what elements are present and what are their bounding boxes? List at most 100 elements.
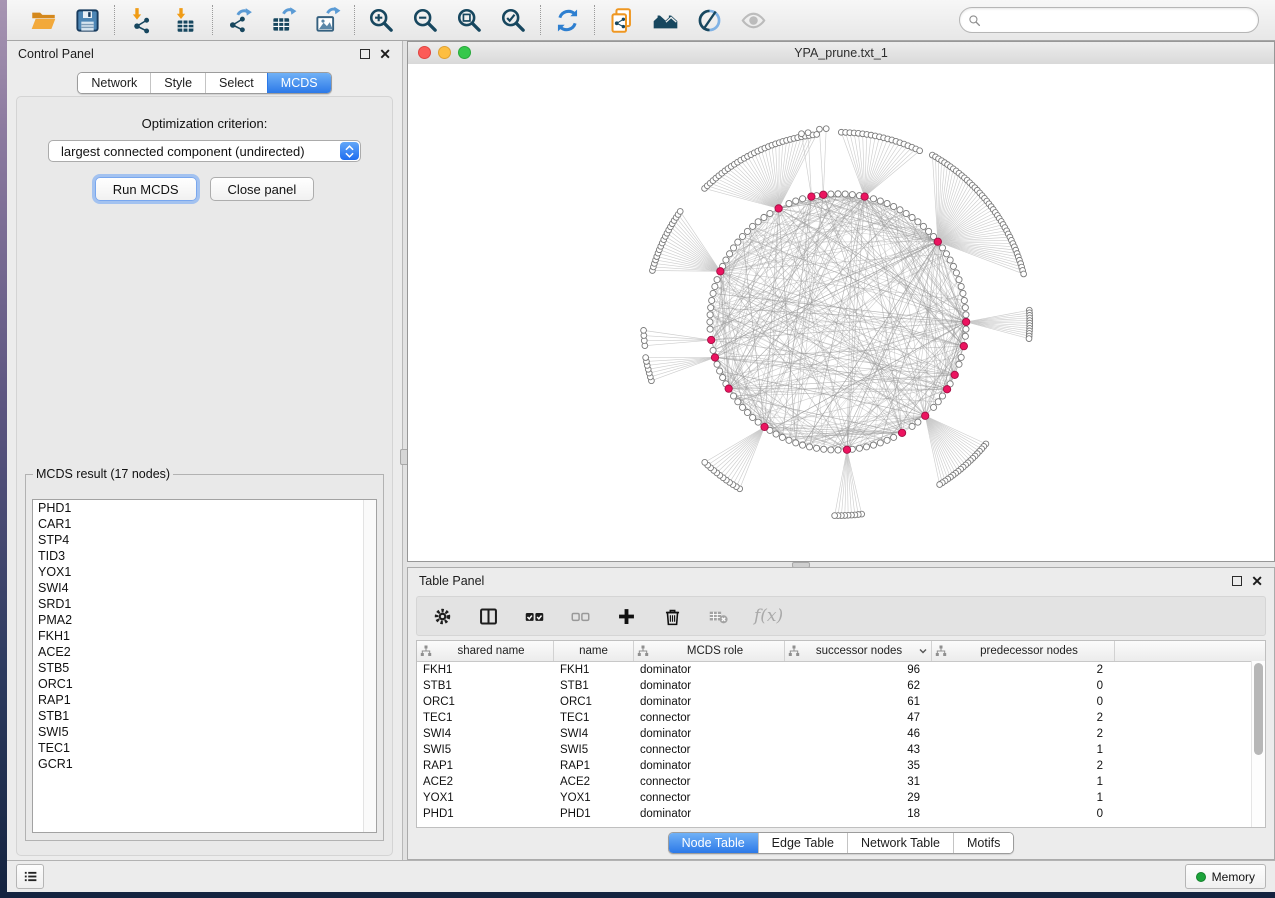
float-table-panel-icon[interactable] (1232, 576, 1242, 586)
deselect-all-rows-icon[interactable] (570, 606, 591, 627)
mcds-result-item[interactable]: STB5 (33, 660, 376, 676)
close-table-panel-icon[interactable]: ✕ (1251, 574, 1263, 588)
toggle-graphics-details-icon[interactable] (696, 7, 723, 34)
mcds-result-item[interactable]: FKH1 (33, 628, 376, 644)
close-panel-icon[interactable]: ✕ (379, 47, 391, 61)
graph-node[interactable] (915, 219, 921, 225)
mcds-list-scrollbar[interactable] (363, 500, 376, 832)
window-maximize-icon[interactable] (458, 46, 471, 59)
graph-node[interactable] (726, 251, 732, 257)
select-all-rows-icon[interactable] (524, 606, 545, 627)
graph-node[interactable] (712, 283, 718, 289)
mcds-result-item[interactable]: ORC1 (33, 676, 376, 692)
graph-node[interactable] (786, 200, 792, 206)
column-header-shared-name[interactable]: shared name (417, 641, 554, 661)
mcds-result-item[interactable]: PMA2 (33, 612, 376, 628)
mcds-result-item[interactable]: SWI4 (33, 580, 376, 596)
tab-edge-table[interactable]: Edge Table (758, 833, 847, 853)
graph-node[interactable] (915, 419, 921, 425)
graph-node[interactable] (947, 257, 953, 263)
graph-node[interactable] (730, 245, 736, 251)
graph-node[interactable] (939, 393, 945, 399)
mcds-result-item[interactable]: GCR1 (33, 756, 376, 772)
mcds-result-item[interactable]: RAP1 (33, 692, 376, 708)
graph-node[interactable] (805, 130, 811, 136)
column-header-MCDS-role[interactable]: MCDS role (634, 641, 785, 661)
table-scrollbar-thumb[interactable] (1254, 663, 1263, 755)
graph-node[interactable] (920, 223, 926, 229)
mcds-result-item[interactable]: CAR1 (33, 516, 376, 532)
graph-node[interactable] (707, 319, 713, 325)
graph-node[interactable] (950, 263, 956, 269)
graph-node[interactable] (897, 207, 903, 213)
graph-node[interactable] (799, 442, 805, 448)
graph-node[interactable] (744, 409, 750, 415)
graph-node[interactable] (739, 233, 745, 239)
float-panel-icon[interactable] (360, 49, 370, 59)
zoom-in-icon[interactable] (368, 7, 395, 34)
graph-node[interactable] (870, 442, 876, 448)
graph-node[interactable] (735, 399, 741, 405)
graph-node[interactable] (643, 355, 649, 361)
graph-node[interactable] (641, 327, 647, 333)
zoom-fit-icon[interactable] (456, 7, 483, 34)
graph-node[interactable] (961, 297, 967, 303)
graph-node[interactable] (937, 482, 943, 488)
graph-node[interactable] (926, 228, 932, 234)
import-table-icon[interactable] (172, 7, 199, 34)
graph-node[interactable] (793, 440, 799, 446)
graph-node[interactable] (710, 347, 716, 353)
graph-node[interactable] (903, 210, 909, 216)
graph-node[interactable] (939, 245, 945, 251)
graph-node[interactable] (930, 404, 936, 410)
graph-dominator-node[interactable] (820, 191, 827, 198)
mcds-result-item[interactable]: YOX1 (33, 564, 376, 580)
graph-node[interactable] (884, 200, 890, 206)
column-header-predecessor-nodes[interactable]: predecessor nodes (932, 641, 1115, 661)
save-session-icon[interactable] (74, 7, 101, 34)
graph-node[interactable] (793, 198, 799, 204)
graph-node[interactable] (835, 191, 841, 197)
graph-node[interactable] (806, 444, 812, 450)
graph-node[interactable] (960, 290, 966, 296)
graph-node[interactable] (755, 219, 761, 225)
graph-dominator-node[interactable] (843, 446, 850, 453)
open-file-icon[interactable] (30, 7, 57, 34)
graph-node[interactable] (702, 459, 708, 465)
graph-node[interactable] (962, 333, 968, 339)
graph-node[interactable] (720, 374, 726, 380)
graph-dominator-node[interactable] (717, 268, 724, 275)
panel-selector-button[interactable] (16, 864, 44, 889)
table-row[interactable]: STB1STB1dominator620 (417, 678, 1265, 694)
mcds-result-item[interactable]: TEC1 (33, 740, 376, 756)
graph-node[interactable] (750, 223, 756, 229)
graph-node[interactable] (962, 305, 968, 311)
graph-node[interactable] (779, 434, 785, 440)
graph-node[interactable] (761, 214, 767, 220)
graph-node[interactable] (786, 437, 792, 443)
graph-node[interactable] (963, 326, 969, 332)
table-row[interactable]: PHD1PHD1dominator180 (417, 806, 1265, 822)
search-input[interactable] (986, 12, 1250, 28)
table-row[interactable]: ORC1ORC1dominator610 (417, 694, 1265, 710)
optimization-criterion-select[interactable]: largest connected component (undirected) (48, 140, 361, 162)
graph-node[interactable] (909, 423, 915, 429)
column-header-name[interactable]: name (554, 641, 634, 661)
graph-node[interactable] (963, 312, 969, 318)
graph-dominator-node[interactable] (861, 193, 868, 200)
mcds-result-item[interactable]: TID3 (33, 548, 376, 564)
graph-dominator-node[interactable] (761, 423, 768, 430)
mcds-result-item[interactable]: ACE2 (33, 644, 376, 660)
table-row[interactable]: YOX1YOX1connector291 (417, 790, 1265, 806)
graph-node[interactable] (842, 191, 848, 197)
graph-dominator-node[interactable] (943, 386, 950, 393)
graph-dominator-node[interactable] (775, 205, 782, 212)
show-columns-icon[interactable] (478, 606, 499, 627)
table-row[interactable]: FKH1FKH1dominator962 (417, 662, 1265, 678)
graph-node[interactable] (943, 251, 949, 257)
graph-dominator-node[interactable] (708, 336, 715, 343)
graph-node[interactable] (884, 437, 890, 443)
graph-node[interactable] (823, 126, 829, 132)
graph-node[interactable] (917, 148, 923, 154)
graph-node[interactable] (773, 431, 779, 437)
